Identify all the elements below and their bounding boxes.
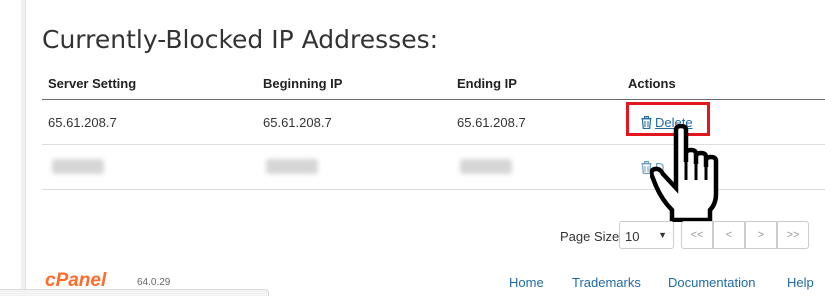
first-page-button[interactable]: << (681, 221, 713, 249)
page-size-value: 10 (625, 229, 640, 244)
beginning-ip-cell: 65.61.208.7 (263, 115, 332, 130)
hand-pointer-cursor-icon (650, 124, 719, 222)
chevron-down-icon: ▼ (658, 230, 667, 240)
left-border (21, 0, 26, 295)
ending-ip-cell: 65.61.208.7 (457, 115, 526, 130)
footer-link-home[interactable]: Home (509, 275, 544, 290)
next-page-button[interactable]: > (745, 221, 777, 249)
footer-link-trademarks[interactable]: Trademarks (572, 275, 641, 290)
last-page-button[interactable]: >> (777, 221, 809, 249)
page-size-label: Page Size (560, 229, 620, 244)
redacted-ending-ip (460, 159, 512, 174)
table-header: Server Setting Beginning IP Ending IP Ac… (42, 67, 825, 100)
footer-link-help[interactable]: Help (787, 275, 814, 290)
page-title: Currently-Blocked IP Addresses: (42, 25, 439, 54)
redacted-server-setting (52, 159, 104, 174)
footer-link-documentation[interactable]: Documentation (668, 275, 755, 290)
header-beginning-ip: Beginning IP (263, 76, 343, 91)
cpanel-logo: cPanel (45, 270, 107, 291)
server-setting-cell: 65.61.208.7 (48, 115, 117, 130)
version-number: 64.0.29 (137, 277, 171, 288)
redacted-beginning-ip (266, 159, 318, 174)
header-actions: Actions (628, 76, 676, 91)
previous-page-button[interactable]: < (713, 221, 745, 249)
header-server-setting: Server Setting (48, 76, 137, 91)
svg-text:cPanel: cPanel (45, 270, 107, 291)
page-size-select[interactable]: 10 ▼ (619, 221, 674, 249)
header-ending-ip: Ending IP (457, 76, 517, 91)
